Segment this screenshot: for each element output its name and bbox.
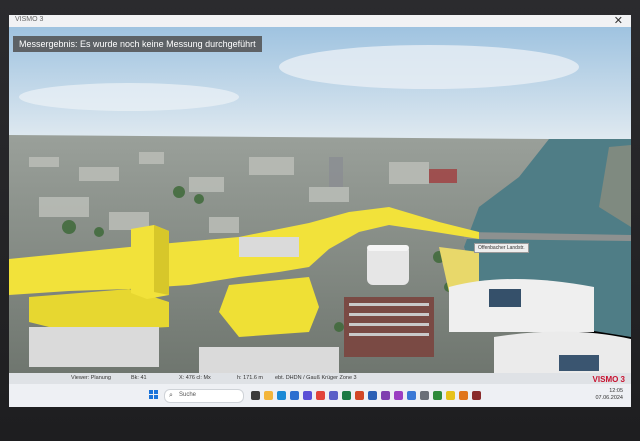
- taskbar: ⌕ Suche 12:05 07.06.2024: [9, 384, 631, 407]
- file-explorer-icon[interactable]: [264, 391, 273, 400]
- status-crs: ebt. DHDN / Gauß Krüger Zone 3: [275, 375, 357, 381]
- window-title: VISMO 3: [15, 16, 44, 23]
- status-bar: Viewer: Planung Bk: 41 X: 476 cl: Mx h: …: [9, 373, 631, 384]
- search-label: Suche: [179, 392, 197, 398]
- status-viewer: Viewer: Planung: [71, 375, 111, 381]
- measurement-result-banner: Messergebnis: Es wurde noch keine Messun…: [13, 36, 262, 52]
- onenote-icon[interactable]: [381, 391, 390, 400]
- screen: VISMO 3 ✕ Messergebnis: Es wurde noch ke…: [9, 15, 631, 407]
- excel-icon[interactable]: [342, 391, 351, 400]
- task-view-icon[interactable]: [251, 391, 260, 400]
- 3d-city-viewport[interactable]: [9, 27, 631, 373]
- street-label: Offenbacher Landstr.: [474, 243, 529, 253]
- app-purple-icon[interactable]: [394, 391, 403, 400]
- powerpoint-icon[interactable]: [355, 391, 364, 400]
- word-icon[interactable]: [368, 391, 377, 400]
- app-grey-icon[interactable]: [420, 391, 429, 400]
- edge-icon[interactable]: [277, 391, 286, 400]
- vismo-logo: VISMO 3: [592, 375, 625, 384]
- status-x: X: 476 cl: Mx: [179, 375, 211, 381]
- windows-start-icon[interactable]: [149, 390, 159, 400]
- status-height: h: 171.6 m: [237, 375, 263, 381]
- taskbar-search-box[interactable]: ⌕ Suche: [164, 389, 244, 403]
- close-button[interactable]: ✕: [614, 15, 623, 27]
- search-icon: ⌕: [169, 392, 173, 399]
- app-orange-icon[interactable]: [459, 391, 468, 400]
- status-bk: Bk: 41: [131, 375, 147, 381]
- app-yellow-icon[interactable]: [446, 391, 455, 400]
- mail-icon[interactable]: [290, 391, 299, 400]
- app-green-icon[interactable]: [433, 391, 442, 400]
- app-blue-icon[interactable]: [407, 391, 416, 400]
- teams-icon[interactable]: [329, 391, 338, 400]
- store-icon[interactable]: [303, 391, 312, 400]
- arena-building: [449, 279, 594, 332]
- system-tray-clock[interactable]: 12:05 07.06.2024: [595, 388, 623, 402]
- clock-time: 12:05: [609, 388, 623, 394]
- chrome-icon[interactable]: [316, 391, 325, 400]
- clock-date: 07.06.2024: [595, 395, 623, 401]
- vismo-taskbar-icon[interactable]: [472, 391, 481, 400]
